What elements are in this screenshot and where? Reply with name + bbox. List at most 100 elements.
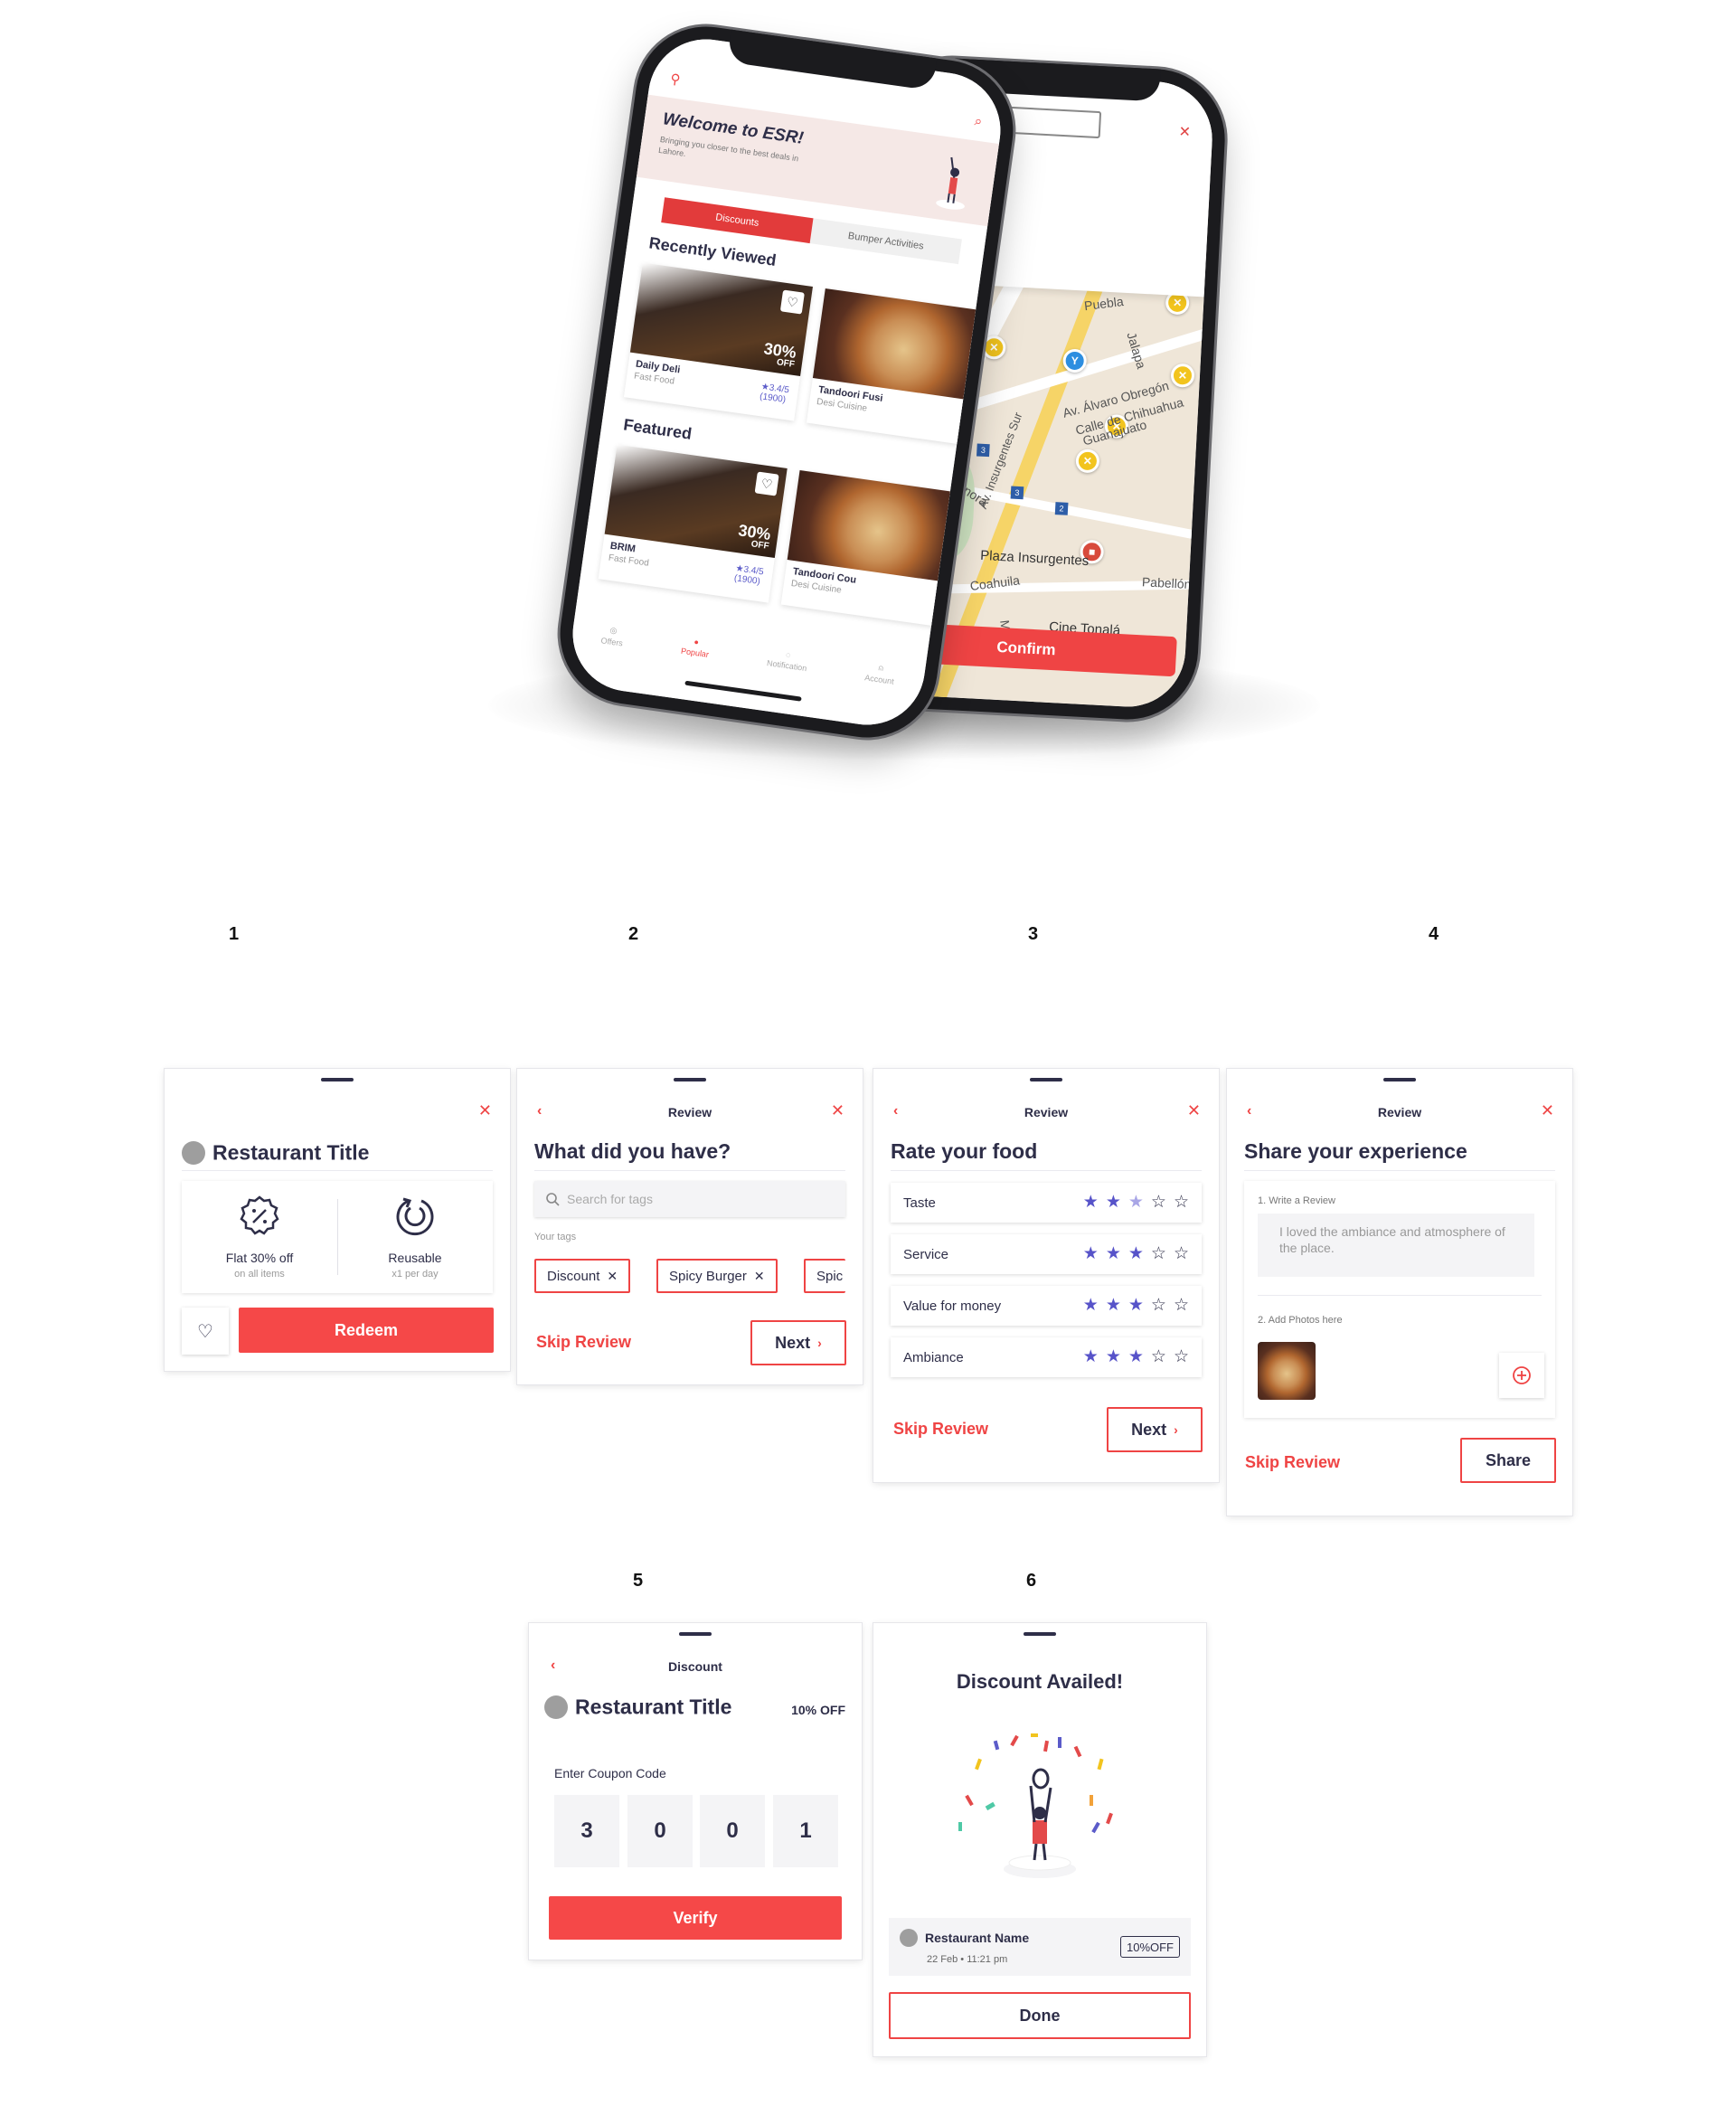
star-icon[interactable]: ★ bbox=[1128, 1346, 1144, 1367]
star-icon[interactable]: ☆ bbox=[1174, 1192, 1189, 1213]
feature-subtitle: x1 per day bbox=[392, 1269, 439, 1280]
tag-search-input[interactable]: Search for tags bbox=[534, 1181, 845, 1217]
map-pin-icon[interactable]: ✕ bbox=[1170, 363, 1195, 388]
star-icon[interactable]: ★ bbox=[1106, 1295, 1121, 1316]
star-icon[interactable]: ★ bbox=[1106, 1243, 1121, 1264]
star-icon[interactable]: ★ bbox=[1083, 1346, 1099, 1367]
discount-badge: 10%OFF bbox=[1119, 1936, 1180, 1958]
close-icon[interactable]: ✕ bbox=[831, 1101, 844, 1120]
close-icon[interactable]: ✕ bbox=[1541, 1101, 1554, 1120]
heart-icon: ♡ bbox=[197, 1321, 213, 1342]
coupon-digit-input[interactable]: 3 bbox=[554, 1795, 619, 1867]
nav-account[interactable]: ⍝ Account bbox=[862, 661, 896, 701]
tag-chip[interactable]: Spicy Burger ✕ bbox=[656, 1259, 778, 1293]
divider bbox=[182, 1170, 493, 1171]
step-number: 2 bbox=[628, 924, 639, 944]
restaurant-title: Restaurant Title bbox=[182, 1139, 369, 1165]
drag-handle[interactable] bbox=[321, 1078, 354, 1081]
nav-popular[interactable]: ● Popular bbox=[678, 636, 711, 675]
heart-icon[interactable]: ♡ bbox=[754, 471, 779, 496]
star-icon[interactable]: ★ bbox=[1128, 1295, 1144, 1316]
coupon-digit-input[interactable]: 0 bbox=[700, 1795, 765, 1867]
star-rating[interactable]: ★ ★ ★ ☆ ☆ bbox=[1083, 1295, 1189, 1316]
restaurant-card[interactable]: Tandoori Cou Desi Cuisine bbox=[780, 469, 970, 628]
restaurant-title: Restaurant Title bbox=[544, 1694, 731, 1719]
star-icon[interactable]: ☆ bbox=[1151, 1243, 1166, 1264]
step4-share-sheet: ‹ Review ✕ Share your experience 1. Writ… bbox=[1227, 1069, 1572, 1516]
metro-icon: 2 bbox=[1054, 502, 1069, 515]
map-pin-icon[interactable]: ✕ bbox=[981, 335, 1006, 360]
close-icon[interactable]: ✕ bbox=[1178, 123, 1191, 142]
step-number: 6 bbox=[1026, 1571, 1037, 1591]
tab-discounts[interactable]: Discounts bbox=[661, 197, 814, 244]
avatar bbox=[182, 1140, 205, 1165]
metro-icon: 3 bbox=[1010, 486, 1024, 500]
drag-handle[interactable] bbox=[1030, 1078, 1062, 1081]
star-icon[interactable]: ★ bbox=[1083, 1192, 1099, 1213]
drag-handle[interactable] bbox=[1024, 1632, 1056, 1636]
location-pin-icon[interactable]: ⚲ bbox=[669, 71, 682, 90]
verify-button[interactable]: Verify bbox=[549, 1896, 842, 1940]
remove-icon[interactable]: ✕ bbox=[607, 1269, 618, 1284]
map-pin-icon[interactable]: ✕ bbox=[1075, 449, 1100, 474]
nav-offers[interactable]: ◎ Offers bbox=[599, 624, 626, 663]
nav-notification[interactable]: ◌ Notification bbox=[764, 647, 809, 689]
skip-review-link[interactable]: Skip Review bbox=[536, 1333, 631, 1352]
star-icon[interactable]: ★ bbox=[1128, 1243, 1144, 1264]
star-icon[interactable]: ☆ bbox=[1174, 1295, 1189, 1316]
sheet-header: Review bbox=[1024, 1105, 1069, 1119]
star-icon[interactable]: ☆ bbox=[1174, 1346, 1189, 1367]
discount-label: 30% OFF bbox=[762, 339, 797, 370]
review-textarea[interactable]: I loved the ambiance and atmosphere of t… bbox=[1258, 1214, 1534, 1277]
heart-icon[interactable]: ♡ bbox=[779, 289, 805, 315]
done-button[interactable]: Done bbox=[889, 1992, 1191, 2039]
sheet-header: Review bbox=[667, 1105, 712, 1119]
feature-reusable: Reusable x1 per day bbox=[337, 1194, 493, 1280]
redeem-button[interactable]: Redeem bbox=[239, 1308, 494, 1353]
close-icon[interactable]: ✕ bbox=[478, 1101, 492, 1120]
next-button[interactable]: Next › bbox=[1107, 1407, 1203, 1452]
star-icon[interactable]: ★ bbox=[1083, 1243, 1099, 1264]
drag-handle[interactable] bbox=[679, 1632, 712, 1636]
tag-chip[interactable]: Discount ✕ bbox=[534, 1259, 631, 1293]
add-photo-button[interactable] bbox=[1499, 1353, 1544, 1398]
tab-bumper-activities[interactable]: Bumper Activities bbox=[810, 218, 962, 264]
redeemed-datetime: 22 Feb • 11:21 pm bbox=[927, 1954, 1008, 1965]
restaurant-card[interactable]: ♡ 30% OFF BRIM Fast Food ★3.4/5 (1900) bbox=[598, 444, 788, 603]
search-icon[interactable]: ⌕ bbox=[973, 113, 984, 132]
star-icon[interactable]: ★ bbox=[1106, 1346, 1121, 1367]
share-button[interactable]: Share bbox=[1460, 1438, 1556, 1483]
coupon-digit-input[interactable]: 1 bbox=[773, 1795, 838, 1867]
drag-handle[interactable] bbox=[1383, 1078, 1416, 1081]
metro-icon: 3 bbox=[976, 443, 990, 458]
app-screen: ⚲ ⌕ Welcome to ESR! Bringing you closer … bbox=[565, 32, 1008, 732]
review-photo-thumbnail[interactable] bbox=[1258, 1342, 1316, 1400]
next-button[interactable]: Next › bbox=[750, 1320, 846, 1365]
coupon-digit-input[interactable]: 0 bbox=[627, 1795, 693, 1867]
rating-label: ★3.4/5 (1900) bbox=[759, 382, 790, 405]
favorite-button[interactable]: ♡ bbox=[182, 1308, 229, 1355]
star-rating[interactable]: ★ ★ ★ ☆ ☆ bbox=[1083, 1243, 1189, 1264]
sheet-title: Rate your food bbox=[891, 1139, 1038, 1163]
star-icon[interactable]: ☆ bbox=[1151, 1295, 1166, 1316]
tag-chip[interactable]: Spic bbox=[804, 1259, 845, 1293]
star-icon[interactable]: ☆ bbox=[1174, 1243, 1189, 1264]
restaurant-card[interactable]: ♡ 30% OFF Daily Deli Fast Food ★3.4/5 (190… bbox=[623, 262, 813, 421]
restaurant-card[interactable]: Tandoori Fusi Desi Cuisine bbox=[806, 288, 995, 447]
drag-handle[interactable] bbox=[674, 1078, 706, 1081]
star-icon[interactable]: ★ bbox=[1106, 1192, 1121, 1213]
your-tags-label: Your tags bbox=[534, 1232, 577, 1242]
rating-row: Taste ★ ★ ★ ☆ ☆ bbox=[891, 1183, 1202, 1223]
star-rating[interactable]: ★ ★ ★ ☆ ☆ bbox=[1083, 1346, 1189, 1367]
star-icon[interactable]: ☆ bbox=[1151, 1192, 1166, 1213]
star-rating[interactable]: ★ ★ ★ ☆ ☆ bbox=[1083, 1192, 1189, 1213]
star-icon[interactable]: ☆ bbox=[1151, 1346, 1166, 1367]
close-icon[interactable]: ✕ bbox=[1187, 1101, 1201, 1120]
skip-review-link[interactable]: Skip Review bbox=[1245, 1453, 1340, 1472]
star-icon[interactable]: ★ bbox=[1128, 1192, 1144, 1213]
rating-row: Service ★ ★ ★ ☆ ☆ bbox=[891, 1234, 1202, 1274]
remove-icon[interactable]: ✕ bbox=[754, 1269, 765, 1284]
offer-features-box: Flat 30% off on all items Reusable x1 pe… bbox=[182, 1181, 493, 1293]
skip-review-link[interactable]: Skip Review bbox=[893, 1420, 988, 1439]
star-icon[interactable]: ★ bbox=[1083, 1295, 1099, 1316]
